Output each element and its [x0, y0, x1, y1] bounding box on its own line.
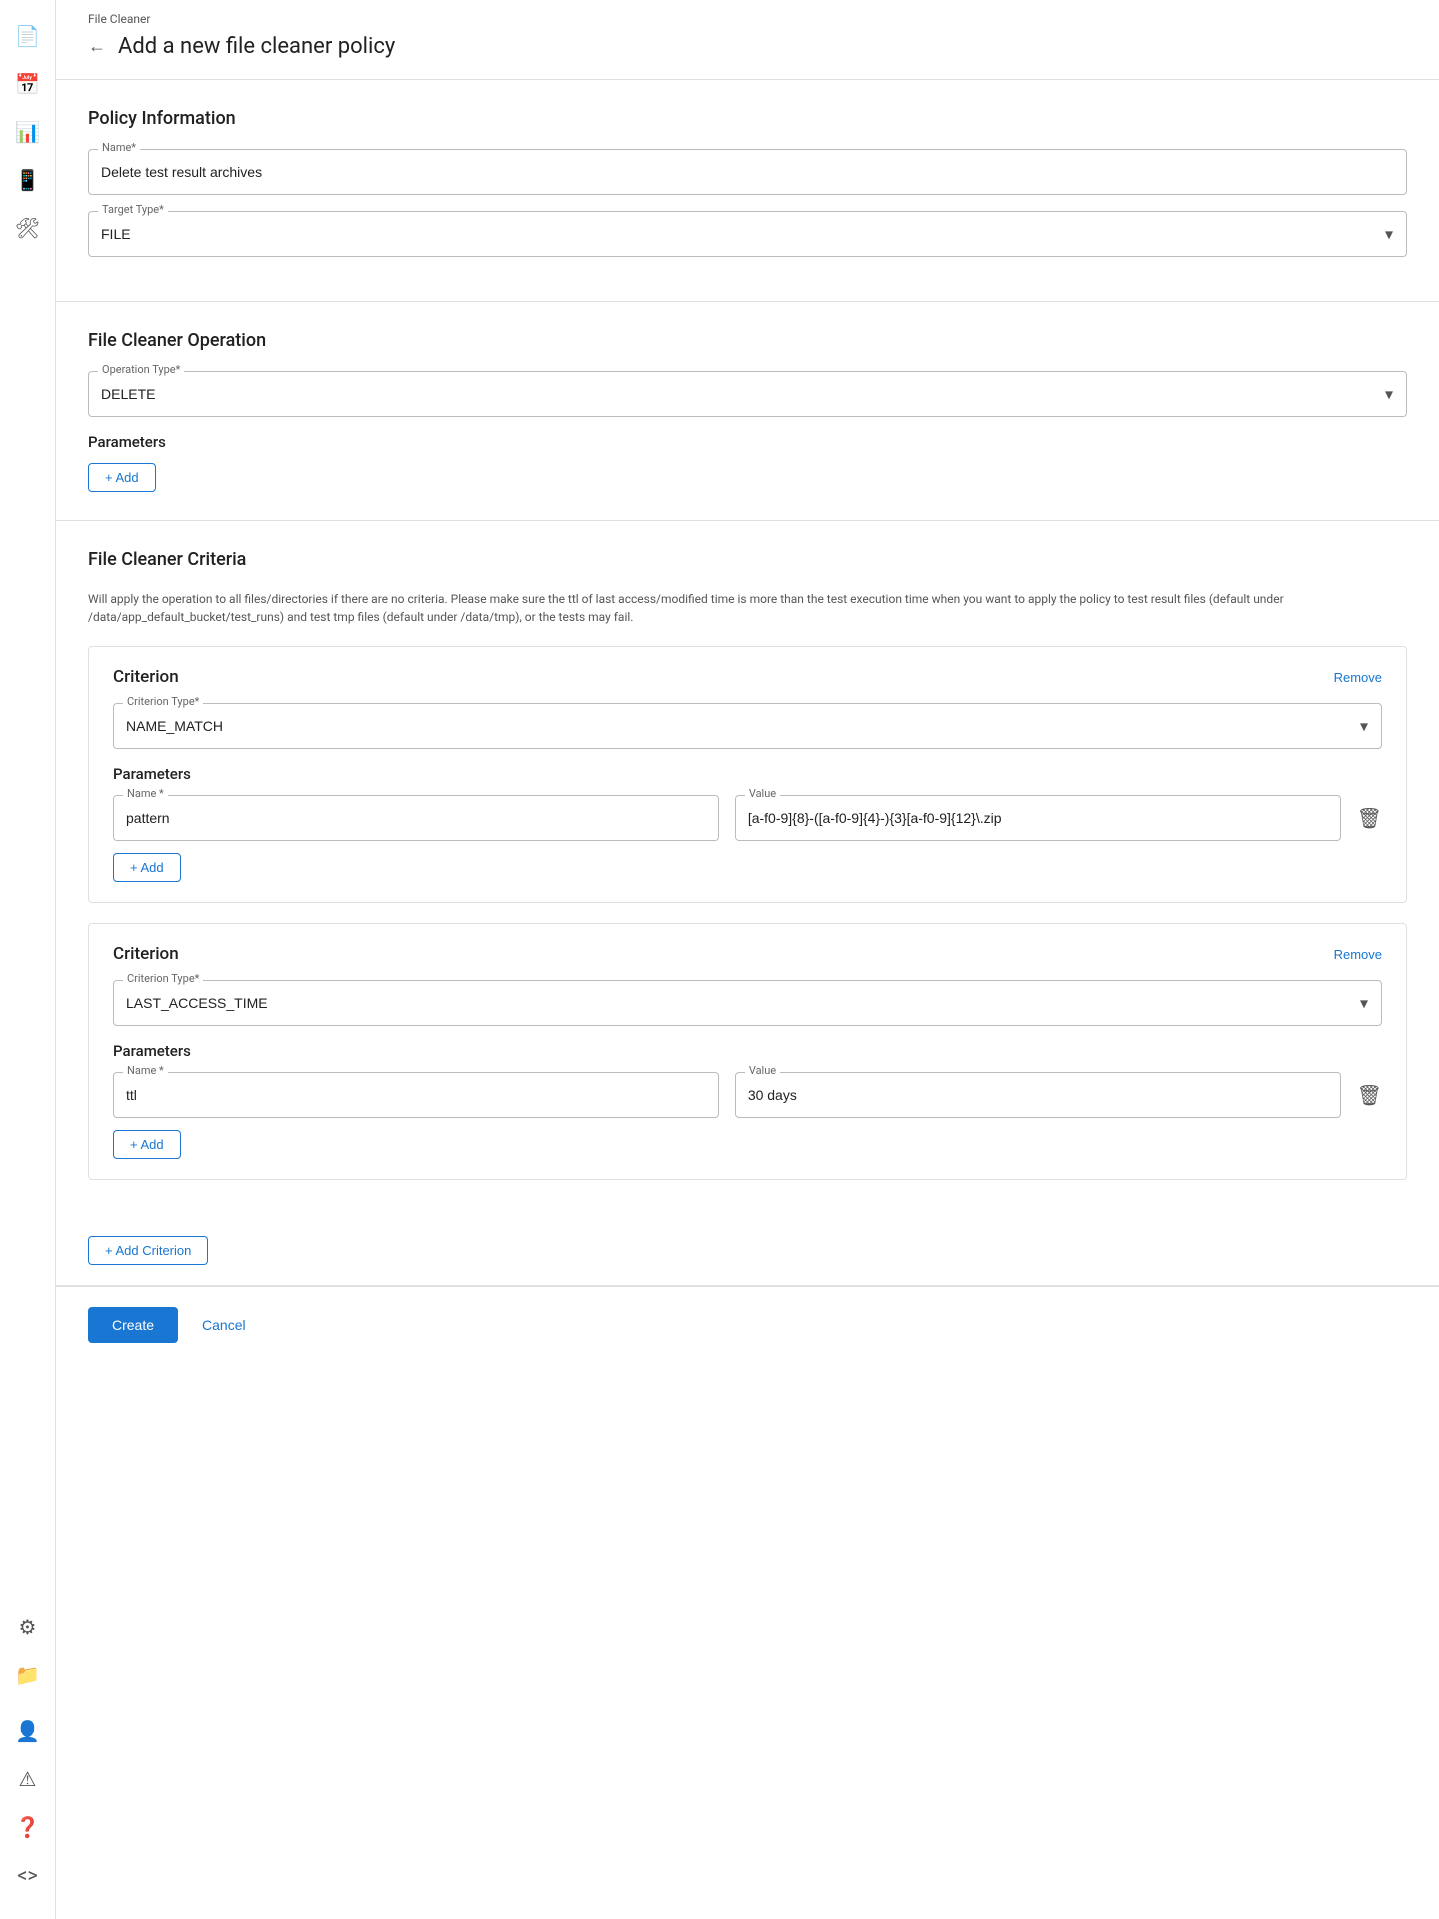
criterion-1-parameters-label: Parameters	[113, 765, 1382, 783]
name-input[interactable]	[88, 149, 1407, 195]
criterion-1-param-value-field: Value	[735, 795, 1341, 841]
target-type-select-wrapper: FILE DIRECTORY	[88, 211, 1407, 257]
criterion-1-type-select-wrapper: NAME_MATCH LAST_ACCESS_TIME LAST_MODIFIE…	[113, 703, 1382, 749]
criterion-card-1: Criterion Remove Criterion Type* NAME_MA…	[88, 646, 1407, 903]
criterion-2-type-select-wrapper: NAME_MATCH LAST_ACCESS_TIME LAST_MODIFIE…	[113, 980, 1382, 1026]
criterion-2-param-delete-icon[interactable]: 🗑	[1357, 1083, 1382, 1107]
criterion-2-remove-button[interactable]: Remove	[1334, 947, 1382, 962]
cancel-button[interactable]: Cancel	[194, 1307, 254, 1343]
operation-type-field: Operation Type* DELETE ARCHIVE	[88, 371, 1407, 417]
criterion-2-title: Criterion	[113, 944, 179, 964]
criteria-section: File Cleaner Criteria Will apply the ope…	[56, 521, 1439, 1228]
criterion-2-param-value-input[interactable]	[735, 1072, 1341, 1118]
target-type-field: Target Type* FILE DIRECTORY	[88, 211, 1407, 257]
sidebar: 📄 📅 📊 📱 🛠 ⚙ 📁 👤 ⚠ ❓ <>	[0, 0, 56, 1919]
name-label: Name*	[98, 141, 140, 154]
operation-type-select-wrapper: DELETE ARCHIVE	[88, 371, 1407, 417]
criterion-1-remove-button[interactable]: Remove	[1334, 670, 1382, 685]
criterion-2-param-name-field: Name *	[113, 1072, 719, 1118]
criteria-title: File Cleaner Criteria	[88, 549, 1407, 570]
criterion-card-2: Criterion Remove Criterion Type* NAME_MA…	[88, 923, 1407, 1180]
criterion-1-title: Criterion	[113, 667, 179, 687]
name-field: Name*	[88, 149, 1407, 195]
help-icon[interactable]: ❓	[8, 1807, 48, 1847]
criterion-1-param-row-1: Name * Value 🗑	[113, 795, 1382, 841]
criterion-2-type-field: Criterion Type* NAME_MATCH LAST_ACCESS_T…	[113, 980, 1382, 1026]
document-icon[interactable]: 📄	[8, 16, 48, 56]
criterion-2-param-value-label: Value	[745, 1064, 780, 1077]
main-content: File Cleaner ← Add a new file cleaner po…	[56, 0, 1439, 1919]
criterion-1-param-value-label: Value	[745, 787, 780, 800]
target-type-label: Target Type*	[98, 203, 168, 216]
criterion-2-type-label: Criterion Type*	[123, 972, 203, 985]
criterion-2-param-name-label: Name *	[123, 1064, 168, 1077]
criterion-2-param-row-1: Name * Value 🗑	[113, 1072, 1382, 1118]
criterion-1-header: Criterion Remove	[113, 667, 1382, 687]
user-icon[interactable]: 👤	[8, 1711, 48, 1751]
operation-add-button[interactable]: + Add	[88, 463, 156, 492]
page-header: ← Add a new file cleaner policy	[56, 26, 1439, 79]
criterion-1-type-field: Criterion Type* NAME_MATCH LAST_ACCESS_T…	[113, 703, 1382, 749]
policy-info-title: Policy Information	[88, 108, 1407, 129]
criterion-1-param-name-input[interactable]	[113, 795, 719, 841]
target-type-select[interactable]: FILE DIRECTORY	[88, 211, 1407, 257]
criterion-2-param-value-field: Value	[735, 1072, 1341, 1118]
settings-icon[interactable]: ⚙	[8, 1607, 48, 1647]
operation-section: File Cleaner Operation Operation Type* D…	[56, 302, 1439, 520]
criterion-1-type-label: Criterion Type*	[123, 695, 203, 708]
criterion-2-parameters-label: Parameters	[113, 1042, 1382, 1060]
server-icon[interactable]: 🛠	[8, 208, 48, 248]
operation-type-select[interactable]: DELETE ARCHIVE	[88, 371, 1407, 417]
criterion-1-param-name-label: Name *	[123, 787, 168, 800]
criterion-2-header: Criterion Remove	[113, 944, 1382, 964]
add-criterion-area: + Add Criterion	[56, 1228, 1439, 1285]
breadcrumb: File Cleaner	[56, 0, 1439, 26]
criterion-1-param-name-field: Name *	[113, 795, 719, 841]
mobile-icon[interactable]: 📱	[8, 160, 48, 200]
criterion-2-param-name-input[interactable]	[113, 1072, 719, 1118]
breadcrumb-text: File Cleaner	[88, 12, 150, 26]
operation-title: File Cleaner Operation	[88, 330, 1407, 351]
criterion-1-param-value-input[interactable]	[735, 795, 1341, 841]
criterion-2-type-select[interactable]: NAME_MATCH LAST_ACCESS_TIME LAST_MODIFIE…	[113, 980, 1382, 1026]
criteria-info-text: Will apply the operation to all files/di…	[88, 590, 1407, 626]
add-criterion-button[interactable]: + Add Criterion	[88, 1236, 208, 1265]
operation-parameters-label: Parameters	[88, 433, 1407, 451]
back-button[interactable]: ←	[88, 36, 106, 57]
page-title: Add a new file cleaner policy	[118, 34, 395, 59]
criterion-2-add-param-button[interactable]: + Add	[113, 1130, 181, 1159]
folder-icon[interactable]: 📁	[8, 1655, 48, 1695]
alert-icon[interactable]: ⚠	[8, 1759, 48, 1799]
calendar-icon[interactable]: 📅	[8, 64, 48, 104]
criterion-1-type-select[interactable]: NAME_MATCH LAST_ACCESS_TIME LAST_MODIFIE…	[113, 703, 1382, 749]
operation-type-label: Operation Type*	[98, 363, 184, 376]
criterion-1-add-param-button[interactable]: + Add	[113, 853, 181, 882]
create-button[interactable]: Create	[88, 1307, 178, 1343]
chart-icon[interactable]: 📊	[8, 112, 48, 152]
back-arrow-icon: ←	[88, 36, 106, 57]
criterion-1-param-delete-icon[interactable]: 🗑	[1357, 806, 1382, 830]
policy-information-section: Policy Information Name* Target Type* FI…	[56, 80, 1439, 301]
action-bar: Create Cancel	[56, 1286, 1439, 1363]
code-icon[interactable]: <>	[8, 1855, 48, 1895]
